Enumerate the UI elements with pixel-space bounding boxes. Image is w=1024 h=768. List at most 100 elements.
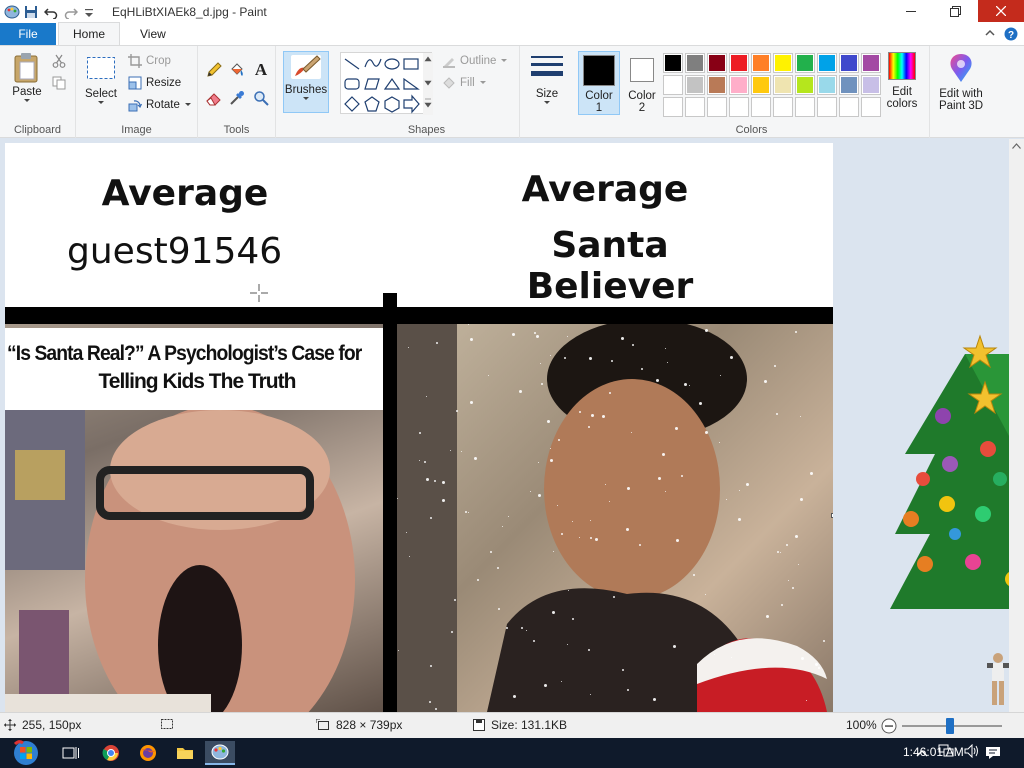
palette-swatch[interactable] [817, 97, 837, 117]
palette-swatch[interactable] [773, 97, 793, 117]
snowflake [705, 431, 708, 434]
zoom-out-button[interactable] [881, 718, 897, 737]
palette-swatch[interactable] [839, 75, 859, 95]
color2-button[interactable]: Color 2 [624, 51, 660, 115]
palette-swatch[interactable] [751, 75, 771, 95]
outline-button[interactable]: Outline [442, 54, 508, 68]
tab-home[interactable]: Home [58, 22, 121, 45]
snowflake [558, 439, 560, 441]
shapes-gallery[interactable] [340, 52, 433, 115]
canvas-workspace[interactable]: Average guest91546 Average Santa Believe… [0, 139, 1009, 712]
palette-swatch[interactable] [663, 75, 683, 95]
minimize-button[interactable] [888, 0, 933, 22]
color-picker-icon[interactable] [229, 90, 245, 109]
notifications-icon [986, 747, 1000, 759]
palette-swatch[interactable] [707, 97, 727, 117]
task-view-button[interactable] [56, 741, 86, 765]
palette-swatch[interactable] [707, 75, 727, 95]
article-title-line1: “Is Santa Real?” A Psychologist’s Case f… [7, 342, 362, 365]
crop-button[interactable]: Crop [128, 54, 171, 68]
zoom-slider-thumb[interactable] [946, 718, 954, 734]
snowflake [739, 490, 740, 491]
snowflake [689, 385, 690, 386]
scroll-up-icon[interactable] [1012, 143, 1021, 149]
palette-swatch[interactable] [817, 53, 837, 73]
palette-swatch[interactable] [729, 75, 749, 95]
size-button[interactable]: Size [526, 54, 568, 106]
palette-swatch[interactable] [861, 75, 881, 95]
palette-swatch[interactable] [839, 97, 859, 117]
snowflake [552, 611, 555, 614]
select-button[interactable]: Select [84, 56, 118, 106]
palette-swatch[interactable] [861, 53, 881, 73]
file-explorer-taskbar-button[interactable] [170, 741, 200, 765]
color1-button[interactable]: Color 1 [578, 51, 620, 115]
eraser-icon[interactable] [206, 90, 222, 109]
fill-bucket-icon[interactable] [229, 62, 245, 81]
help-icon[interactable]: ? [1004, 27, 1018, 44]
undo-icon[interactable] [43, 5, 58, 20]
firefox-taskbar-button[interactable] [133, 741, 163, 765]
edit-with-paint3d-button[interactable]: Edit with Paint 3D [934, 52, 988, 112]
palette-swatch[interactable] [795, 97, 815, 117]
palette-swatch[interactable] [663, 53, 683, 73]
action-center-button[interactable] [978, 741, 1008, 765]
palette-swatch[interactable] [773, 75, 793, 95]
snowflake [497, 567, 499, 569]
cut-icon[interactable] [52, 54, 66, 71]
palette-swatch-color [753, 55, 769, 71]
palette-swatch[interactable] [751, 53, 771, 73]
snowflake [705, 594, 706, 595]
drawing-canvas[interactable]: Average guest91546 Average Santa Believe… [5, 143, 833, 712]
maximize-button[interactable] [933, 0, 978, 22]
palette-swatch[interactable] [751, 97, 771, 117]
palette-swatch-color [687, 77, 703, 93]
palette-swatch[interactable] [729, 97, 749, 117]
palette-swatch[interactable] [773, 53, 793, 73]
start-button[interactable] [6, 740, 46, 765]
save-icon[interactable] [24, 5, 38, 19]
paste-button[interactable]: Paste [8, 52, 46, 104]
edit-colors-button[interactable]: Edit colors [882, 52, 922, 110]
paint-taskbar-button[interactable] [205, 741, 235, 765]
palette-swatch[interactable] [729, 53, 749, 73]
redo-icon[interactable] [64, 5, 79, 20]
canvas-resize-handle[interactable] [831, 513, 833, 518]
brushes-button[interactable]: Brushes [283, 51, 329, 113]
text-tool-icon[interactable]: A [253, 60, 269, 81]
snowflake [454, 599, 456, 601]
palette-swatch[interactable] [685, 75, 705, 95]
vertical-scrollbar[interactable] [1009, 139, 1024, 712]
palette-swatch[interactable] [685, 53, 705, 73]
collapse-ribbon-icon[interactable] [984, 27, 996, 44]
left-name: guest91546 [67, 231, 283, 272]
snowflake [590, 537, 592, 539]
snowflake [588, 649, 590, 651]
palette-swatch[interactable] [663, 97, 683, 117]
palette-swatch[interactable] [817, 75, 837, 95]
snowflake [588, 426, 590, 428]
taskbar-clock[interactable]: 1:46:01 AM [903, 745, 964, 759]
palette-swatch[interactable] [795, 75, 815, 95]
palette-swatch[interactable] [795, 53, 815, 73]
chrome-taskbar-button[interactable] [96, 741, 126, 765]
palette-swatch[interactable] [861, 97, 881, 117]
snowflake [653, 698, 656, 701]
snowflake [823, 640, 825, 642]
fill-button[interactable]: Fill [442, 76, 487, 90]
tab-file[interactable]: File [0, 23, 56, 45]
customize-qat-icon[interactable] [84, 5, 98, 19]
palette-swatch[interactable] [707, 53, 727, 73]
rotate-button[interactable]: Rotate [128, 98, 192, 112]
palette-swatch[interactable] [839, 53, 859, 73]
copy-icon[interactable] [52, 76, 66, 93]
magnifier-icon[interactable] [253, 90, 269, 109]
close-button[interactable] [978, 0, 1024, 22]
zoom-slider[interactable] [902, 718, 1002, 734]
pencil-icon[interactable] [206, 62, 222, 81]
snowflake [632, 344, 634, 346]
paint-app-icon[interactable] [4, 5, 20, 19]
tab-view[interactable]: View [126, 23, 180, 45]
resize-button[interactable]: Resize [128, 76, 181, 90]
palette-swatch[interactable] [685, 97, 705, 117]
